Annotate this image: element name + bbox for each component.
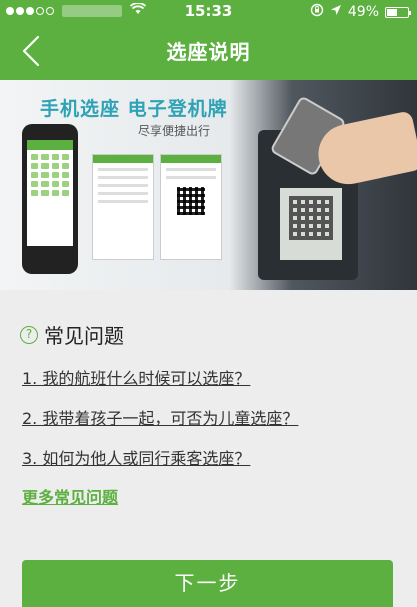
rotation-lock-icon (310, 3, 324, 21)
promo-banner: 手机选座 电子登机牌 尽享便捷出行 (0, 80, 417, 290)
seat-map-illustration (27, 150, 73, 200)
faq-section: ? 常见问题 1. 我的航班什么时候可以选座？ 2. 我带着孩子一起，可否为儿童… (0, 290, 417, 550)
location-arrow-icon (330, 4, 342, 20)
more-faq-link[interactable]: 更多常见问题 (22, 484, 118, 508)
qr-code-illustration (289, 196, 333, 240)
battery-percentage: 49% (347, 4, 379, 20)
faq-link-select-for-others[interactable]: 3. 如何为他人或同行乘客选座？ (22, 445, 250, 469)
faq-title: 常见问题 (44, 324, 124, 348)
scanner-screen (280, 188, 342, 260)
banner-subtitle: 尽享便捷出行 (138, 124, 211, 138)
status-right: 49% (304, 3, 411, 21)
status-bar: 15:33 49% (0, 0, 417, 22)
phone-screen (27, 140, 73, 246)
navigation-bar: 选座说明 (0, 22, 417, 80)
qr-code-illustration (177, 187, 205, 215)
faq-link-child-seat[interactable]: 2. 我带着孩子一起，可否为儿童选座？ (22, 405, 298, 429)
flight-card-illustration (92, 154, 154, 260)
question-circle-icon: ? (20, 325, 38, 344)
faq-header: ? 常见问题 (20, 320, 124, 349)
boarding-pass-illustration (160, 154, 222, 260)
phone-header-bar (27, 140, 73, 150)
battery-icon (385, 6, 411, 18)
smartphone-illustration (22, 124, 78, 274)
next-step-button[interactable]: 下一步 (22, 560, 393, 607)
page-title: 选座说明 (166, 40, 251, 64)
faq-link-seat-time[interactable]: 1. 我的航班什么时候可以选座？ (22, 365, 250, 389)
battery-level (387, 8, 397, 16)
banner-headline: 手机选座 电子登机牌 (40, 98, 228, 120)
